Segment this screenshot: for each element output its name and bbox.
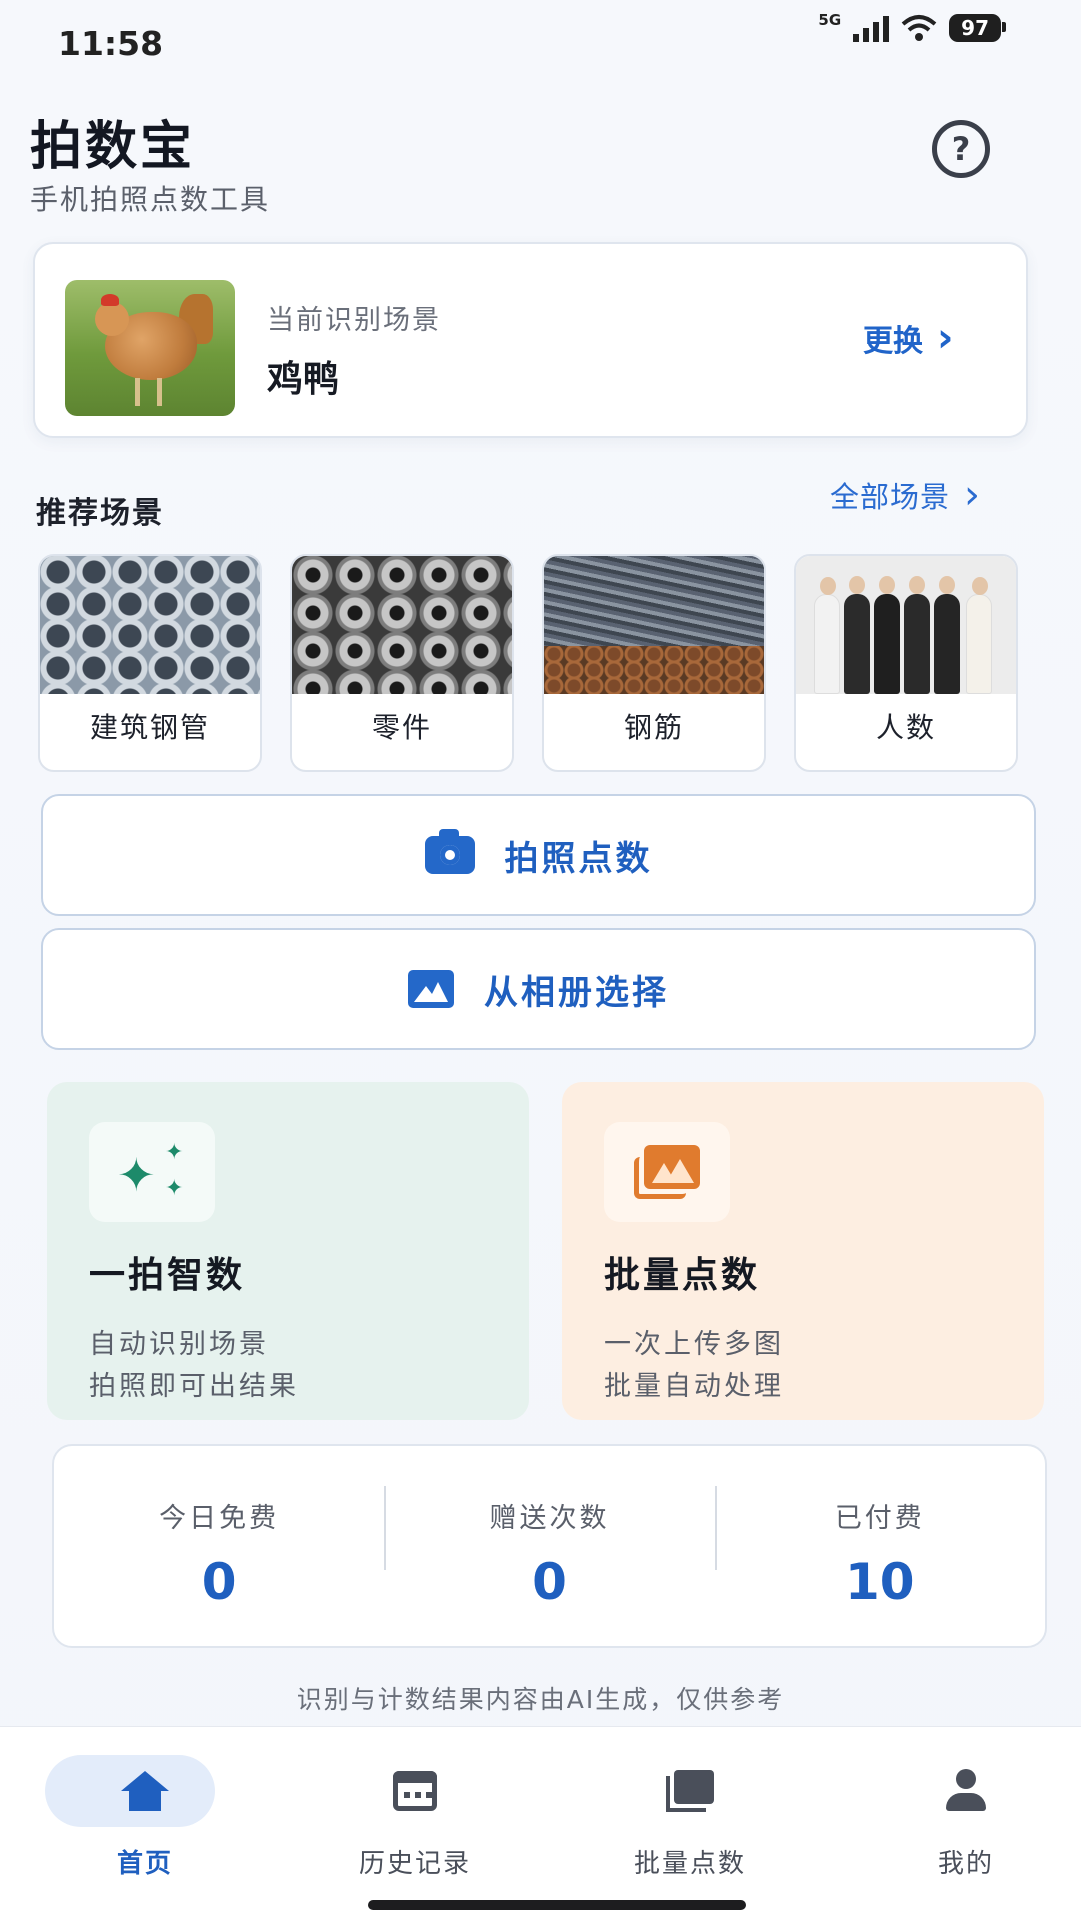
scene-thumbnail [65,280,235,416]
home-icon [121,1771,169,1811]
all-scenes-label: 全部场景 [830,480,951,514]
smart-count-desc-1: 自动识别场景 [89,1329,269,1360]
scene-tile-people[interactable]: 人数 [794,554,1018,772]
scene-value: 鸡鸭 [267,359,340,400]
home-indicator [368,1900,746,1910]
app-title: 拍数宝 [30,117,196,177]
tab-label: 批量点数 [633,1849,746,1879]
battery-icon: 97 [949,14,1006,42]
batch-count-card[interactable]: 批量点数 一次上传多图 批量自动处理 [562,1082,1044,1420]
tab-label: 历史记录 [358,1849,471,1879]
tab-batch[interactable]: 批量点数 [590,1755,790,1880]
bottom-tab-bar: 首页 历史记录 批量点数 我的 [0,1726,1081,1922]
recommended-title: 推荐场景 [36,496,164,531]
stat-value: 0 [532,1553,567,1611]
scene-tile-label: 钢筋 [623,711,684,744]
user-icon [944,1769,988,1813]
tab-label: 首页 [116,1849,173,1879]
stat-value: 10 [845,1553,915,1611]
ai-disclaimer: 识别与计数结果内容由AI生成，仅供参考 [296,1685,785,1714]
question-circle-icon: ? [951,130,971,168]
calendar-icon [393,1771,437,1811]
scene-image [796,556,1016,694]
stat-label: 今日免费 [159,1503,280,1534]
scene-image [292,556,512,694]
usage-stats-card: 今日免费 0 赠送次数 0 已付费 10 [52,1444,1047,1648]
sparkle-large: ✦ [117,1148,156,1202]
album-select-button[interactable]: 从相册选择 [41,928,1036,1050]
stat-label: 赠送次数 [489,1503,610,1534]
change-scene-button[interactable]: 更换 › [863,316,953,360]
smart-count-desc-2: 拍照即可出结果 [89,1371,299,1402]
scene-tile-label: 零件 [371,711,432,744]
tab-history[interactable]: 历史记录 [315,1755,515,1880]
stat-label: 已付费 [834,1503,925,1534]
tab-home[interactable]: 首页 [45,1755,245,1880]
album-select-label: 从相册选择 [484,972,669,1013]
tab-mine[interactable]: 我的 [866,1755,1066,1880]
scene-tile-label: 人数 [875,711,936,744]
stat-free-today: 今日免费 0 [54,1446,384,1646]
stat-bonus-count: 赠送次数 0 [384,1446,714,1646]
wifi-icon [901,15,937,41]
smart-count-card[interactable]: ✦ ✦ ✦ 一拍智数 自动识别场景 拍照即可出结果 [47,1082,529,1420]
gallery-icon [666,1770,714,1812]
signal-icon [853,14,890,42]
network-label: 5G [818,11,842,29]
sparkle-icon: ✦ ✦ ✦ [89,1122,215,1222]
scene-label: 当前识别场景 [267,305,441,336]
chevron-right-icon: › [937,315,954,361]
scene-tile-pipes[interactable]: 建筑钢管 [38,554,262,772]
batch-count-desc-1: 一次上传多图 [604,1329,784,1360]
app-subtitle: 手机拍照点数工具 [30,183,271,216]
chevron-right-icon: › [964,472,982,518]
sparkle-small: ✦ [165,1176,184,1201]
status-bar: 11:58 5G 97 [0,0,1081,90]
batch-count-desc-2: 批量自动处理 [604,1371,784,1402]
gallery-icon [604,1122,730,1222]
camera-count-label: 拍照点数 [504,838,653,879]
scene-image [40,556,260,694]
image-icon [408,970,454,1008]
tab-label: 我的 [937,1849,994,1879]
change-label: 更换 [863,324,923,359]
batch-count-title: 批量点数 [604,1255,761,1296]
status-time: 11:58 [58,24,164,63]
current-scene-card[interactable]: 当前识别场景 鸡鸭 更换 › [33,242,1028,438]
camera-count-button[interactable]: 拍照点数 [41,794,1036,916]
sparkle-small: ✦ [165,1140,184,1165]
scene-tile-rebar[interactable]: 钢筋 [542,554,766,772]
scene-tile-parts[interactable]: 零件 [290,554,514,772]
all-scenes-link[interactable]: 全部场景 › [830,474,981,516]
status-icons: 5G 97 [818,11,1006,42]
stat-paid: 已付费 10 [714,1446,1045,1646]
smart-count-title: 一拍智数 [89,1255,246,1296]
stat-value: 0 [201,1553,237,1611]
scene-tile-label: 建筑钢管 [89,711,210,744]
camera-icon [424,829,475,874]
scene-image [544,556,764,694]
help-button[interactable]: ? [932,120,990,178]
